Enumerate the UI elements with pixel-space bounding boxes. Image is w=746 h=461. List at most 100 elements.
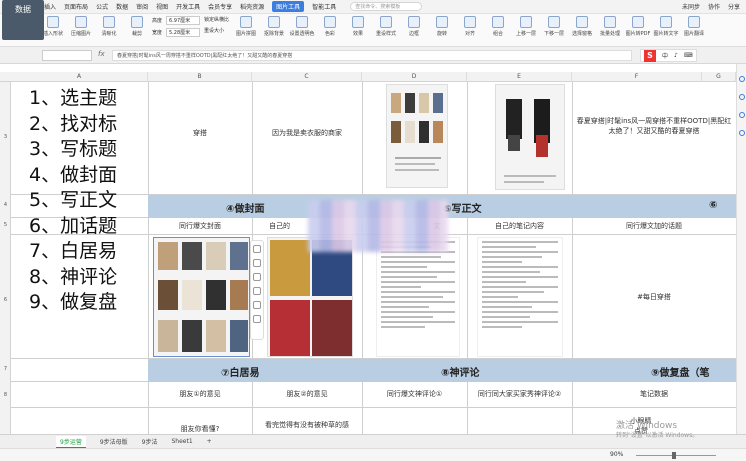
zoom-level[interactable]: 90% bbox=[610, 451, 623, 458]
width-input[interactable]: 5.28厘米 bbox=[166, 28, 200, 37]
bring-forward-button[interactable]: 上移一层 bbox=[513, 16, 539, 37]
picture-collage-button[interactable]: 图片拼图 bbox=[233, 16, 259, 37]
history-icon[interactable] bbox=[738, 130, 745, 136]
menu-insert[interactable]: 插入 bbox=[44, 2, 56, 11]
selected-cover-collage-image[interactable] bbox=[153, 237, 250, 357]
cell-comment2[interactable]: 同行同大家买家秀神评论② bbox=[467, 389, 572, 399]
menu-smart-tools[interactable]: 智能工具 bbox=[312, 2, 336, 11]
cell-friend-question[interactable]: 朋友你看懂? bbox=[148, 424, 252, 434]
menu-review[interactable]: 审阅 bbox=[136, 2, 148, 11]
cell-comment1[interactable]: 同行爆文神评论① bbox=[362, 389, 467, 399]
properties-icon[interactable] bbox=[738, 76, 745, 82]
row-5[interactable]: 5 bbox=[0, 222, 11, 228]
crop-button[interactable]: 裁剪 bbox=[124, 16, 150, 37]
reset-style-button[interactable]: 重设样式 bbox=[373, 16, 399, 37]
row-4[interactable]: 4 bbox=[0, 202, 11, 208]
collab-button[interactable]: 协作 bbox=[708, 2, 720, 11]
cell-peer-cover[interactable]: 同行爆文封面 bbox=[148, 221, 252, 231]
sheet-grid[interactable]: 1、选主题 2、找对标 3、写标题 4、做封面 5、写正文 6、加话题 7、白居… bbox=[11, 82, 736, 434]
layout-icon[interactable] bbox=[253, 273, 261, 281]
group-button[interactable]: 组合 bbox=[485, 16, 511, 37]
own-content-text-image[interactable] bbox=[477, 237, 563, 357]
row-7[interactable]: 7 bbox=[0, 366, 11, 372]
image-to-pdf-button[interactable]: 图片转PDF bbox=[625, 16, 651, 37]
outfit-collage-image[interactable] bbox=[386, 84, 448, 188]
copy-icon[interactable] bbox=[253, 301, 261, 309]
lightbulb-icon[interactable] bbox=[253, 287, 261, 295]
col-c[interactable]: C bbox=[252, 72, 362, 82]
location-icon[interactable] bbox=[738, 112, 745, 118]
sheet-tab-sheet1[interactable]: Sheet1 bbox=[171, 438, 192, 445]
align-button[interactable]: 对齐 bbox=[457, 16, 483, 37]
menu-page-layout[interactable]: 页面布局 bbox=[64, 2, 88, 11]
peer-content-text-image[interactable] bbox=[376, 237, 460, 357]
menu-member[interactable]: 会员专享 bbox=[208, 2, 232, 11]
color-button[interactable]: 色彩 bbox=[317, 16, 343, 37]
sheet-tab-method[interactable]: 9步法 bbox=[142, 437, 158, 446]
height-input[interactable]: 6.97厘米 bbox=[166, 16, 200, 25]
compress-image-button[interactable]: 压缩图片 bbox=[68, 16, 94, 37]
effects-button[interactable]: 效果 bbox=[345, 16, 371, 37]
ime-mode[interactable]: 中 bbox=[662, 51, 668, 60]
cell-target[interactable]: 因为我是卖衣服的商家 bbox=[252, 128, 362, 138]
cell-note-data[interactable]: 笔记数据 bbox=[572, 389, 736, 399]
row-6[interactable]: 6 bbox=[0, 297, 11, 303]
cell-own-content[interactable]: 自己的笔记内容 bbox=[467, 221, 572, 231]
cell-peer-hashtags[interactable]: 同行爆文加的话题 bbox=[572, 221, 736, 231]
command-search-input[interactable]: 查找命令、搜索模板 bbox=[350, 2, 423, 11]
cell-own-cover[interactable]: 自己的 bbox=[252, 221, 307, 231]
cell-friend-feedback[interactable]: 看完觉得有没有被种草的感 bbox=[252, 420, 362, 430]
image-to-text-button[interactable]: 图片转文字 bbox=[653, 16, 679, 37]
col-a[interactable]: A bbox=[11, 72, 148, 82]
crop-icon[interactable] bbox=[253, 259, 261, 267]
cell-topic[interactable]: 穿搭 bbox=[148, 128, 252, 138]
row-8[interactable]: 8 bbox=[0, 392, 11, 398]
fx-icon[interactable]: fx bbox=[98, 50, 105, 58]
ime-keyboard-icon[interactable]: ⌨ bbox=[684, 52, 693, 59]
cell-friend2[interactable]: 朋友②的意见 bbox=[252, 389, 362, 399]
transparent-color-button[interactable]: 设置透明色 bbox=[289, 16, 315, 37]
col-g[interactable]: G bbox=[702, 72, 736, 82]
right-side-panel bbox=[736, 64, 746, 434]
col-e[interactable]: E bbox=[467, 72, 572, 82]
zoom-slider-knob[interactable] bbox=[672, 452, 676, 459]
remove-background-button[interactable]: 抠除背景 bbox=[261, 16, 287, 37]
border-button[interactable]: 边框 bbox=[401, 16, 427, 37]
sheet-tab-master[interactable]: 9步法母版 bbox=[100, 437, 128, 446]
send-backward-button[interactable]: 下移一层 bbox=[541, 16, 567, 37]
zoom-icon[interactable] bbox=[253, 245, 261, 253]
cell-hashtag[interactable]: #每日穿搭 bbox=[572, 292, 736, 302]
rotate-button[interactable]: 旋转 bbox=[429, 16, 455, 37]
cell-friend1[interactable]: 朋友①的意见 bbox=[148, 389, 252, 399]
menu-data[interactable]: 数据 bbox=[116, 2, 128, 11]
cell-title-text[interactable]: 春夏穿搭|时髦ins风一周穿搭不重样OOTD|黑配红太绝了！又甜又酷的春夏穿搭 bbox=[574, 116, 734, 136]
image-translate-button[interactable]: 图片翻译 bbox=[681, 16, 707, 37]
add-sheet-icon[interactable]: + bbox=[207, 438, 212, 445]
menu-picture-tools[interactable]: 图片工具 bbox=[272, 1, 305, 12]
menu-docer[interactable]: 稻壳资源 bbox=[240, 2, 264, 11]
sharpen-button[interactable]: 清晰化 bbox=[96, 16, 122, 37]
col-d[interactable]: D bbox=[362, 72, 467, 82]
more-icon[interactable] bbox=[253, 315, 261, 323]
own-cover-collage-image[interactable] bbox=[267, 237, 353, 357]
zoom-slider[interactable] bbox=[636, 455, 716, 456]
reset-size-button[interactable]: 重设大小 bbox=[204, 27, 229, 34]
row-3[interactable]: 3 bbox=[0, 134, 11, 140]
sheet-tab-9steps[interactable]: 9步运营 bbox=[56, 435, 86, 448]
outfit-photo-image[interactable] bbox=[495, 84, 565, 190]
sync-status[interactable]: 未同步 bbox=[682, 2, 700, 11]
name-box[interactable] bbox=[42, 50, 92, 61]
menu-developer[interactable]: 开发工具 bbox=[176, 2, 200, 11]
ime-voice-icon[interactable]: ♪ bbox=[674, 52, 678, 59]
formula-input[interactable]: 春夏穿搭|时髦ins风一周穿搭不重样OOTD|黑配红太绝了！又甜又酷的春夏穿搭 bbox=[112, 50, 632, 61]
lock-aspect-checkbox[interactable]: 锁定纵横比 bbox=[204, 16, 229, 23]
col-f[interactable]: F bbox=[572, 72, 702, 82]
batch-process-button[interactable]: 批量处理 bbox=[597, 16, 623, 37]
style-icon[interactable] bbox=[738, 94, 745, 100]
menu-formula[interactable]: 公式 bbox=[96, 2, 108, 11]
share-button[interactable]: 分享 bbox=[728, 2, 740, 11]
selection-pane-button[interactable]: 选择窗格 bbox=[569, 16, 595, 37]
pdf-icon bbox=[632, 16, 645, 28]
menu-view[interactable]: 视图 bbox=[156, 2, 168, 11]
col-b[interactable]: B bbox=[148, 72, 252, 82]
